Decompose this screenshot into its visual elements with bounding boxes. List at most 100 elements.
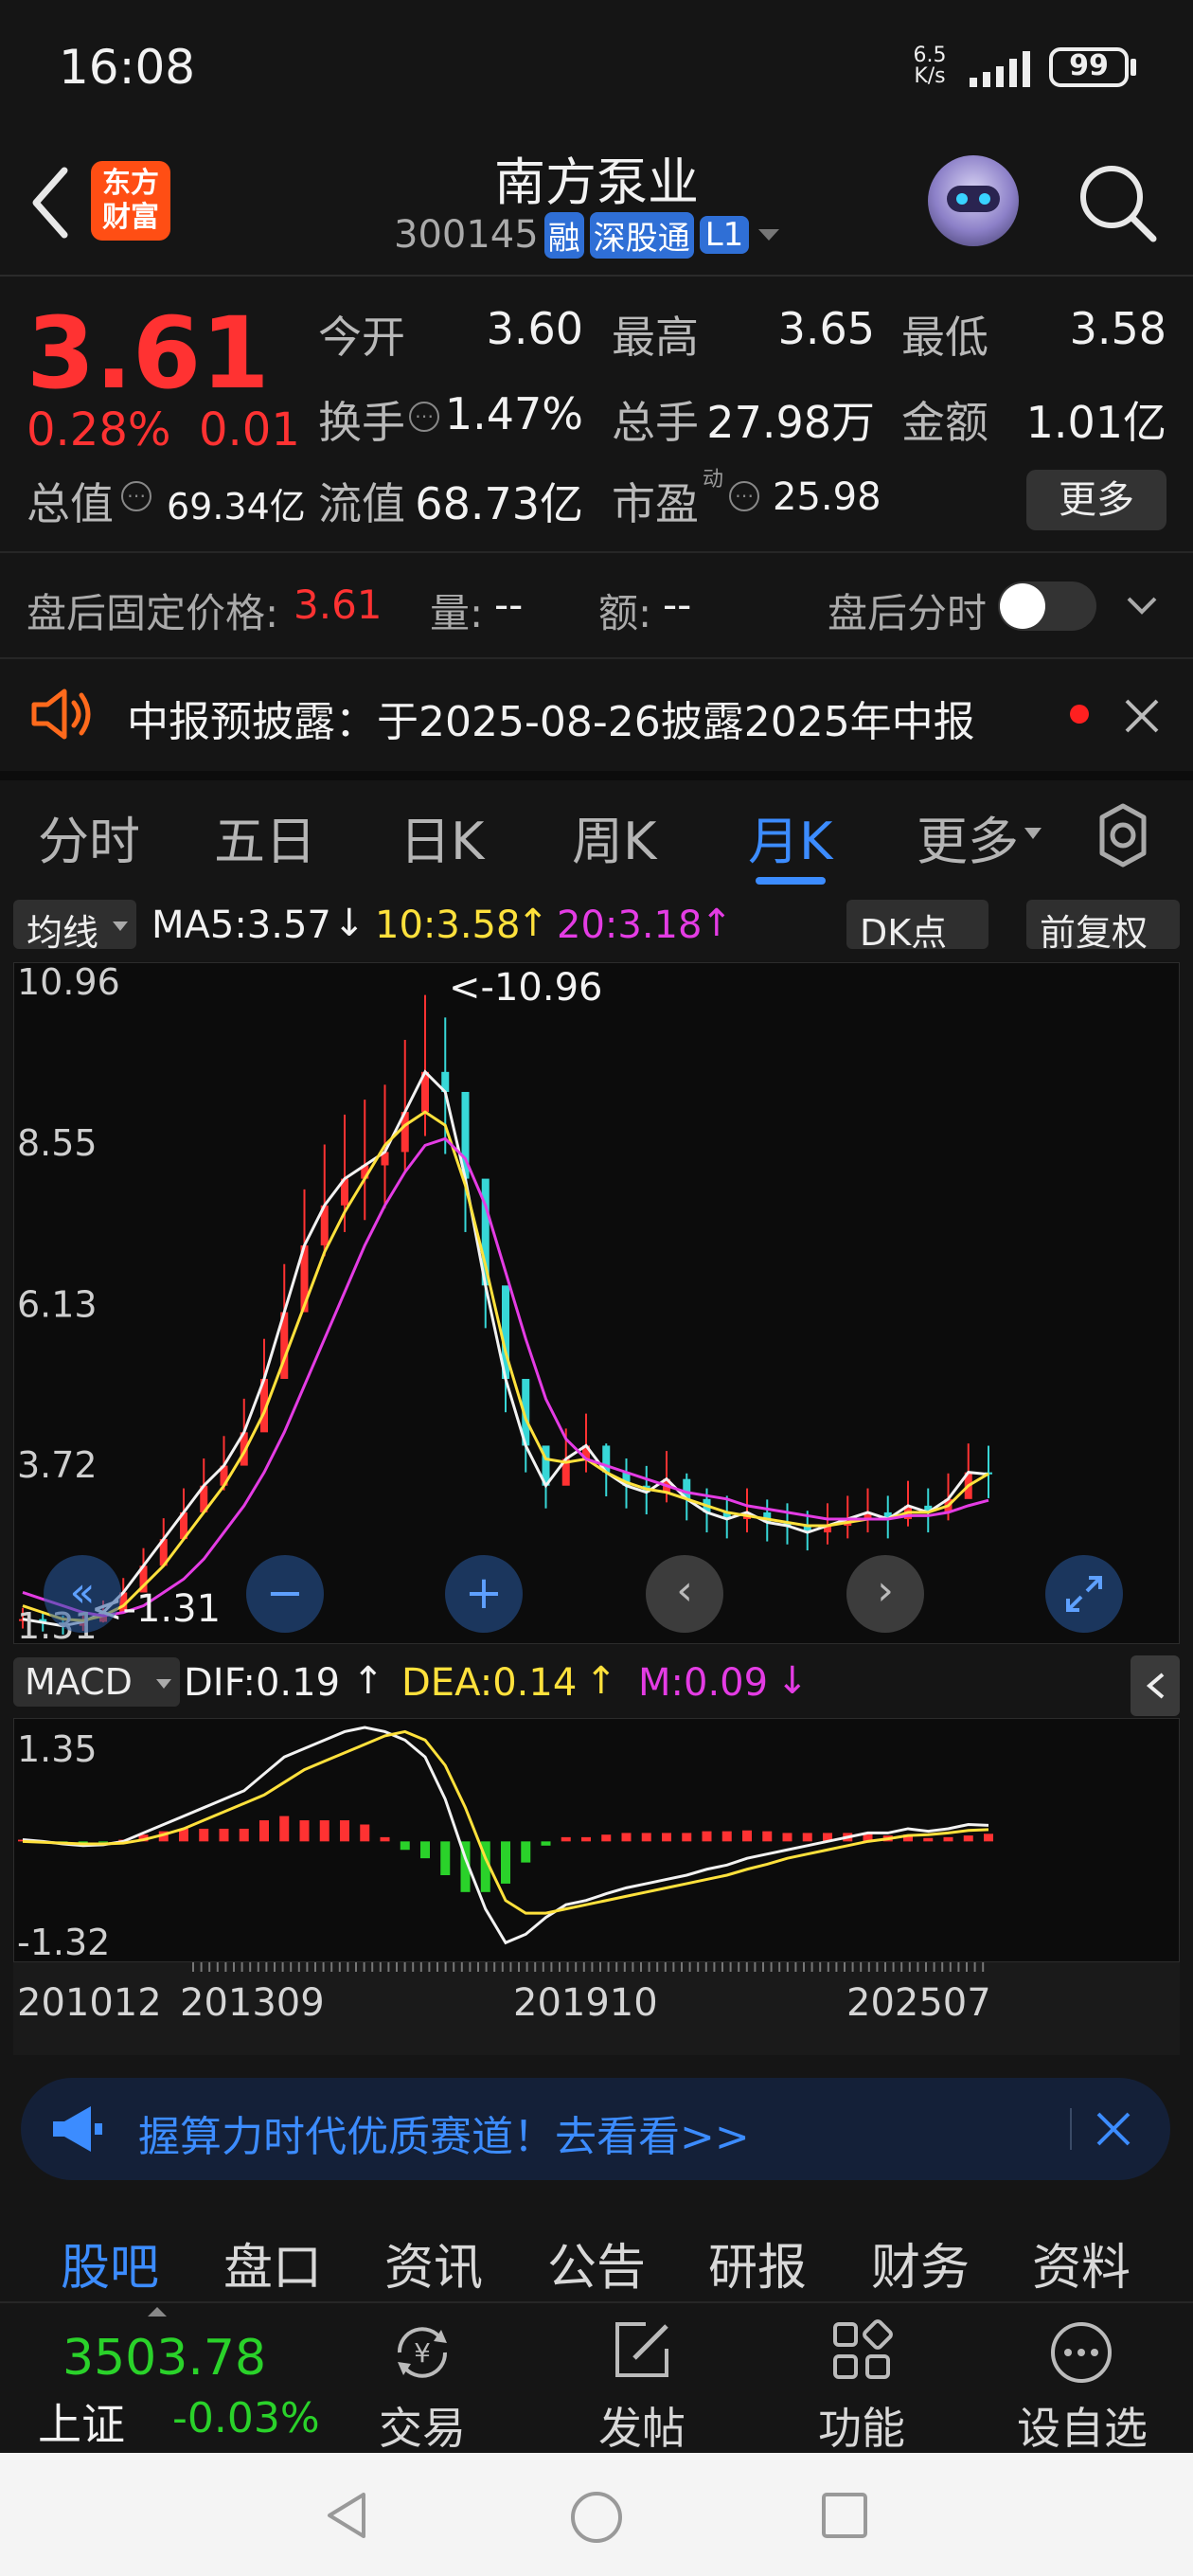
scroll-right-button[interactable]: ›	[846, 1555, 924, 1633]
turnover-label: 换手	[318, 397, 405, 448]
notice-row[interactable]: 中报预披露：于2025-08-26披露2025年中报	[0, 659, 1193, 771]
adjust-button[interactable]: 前复权	[1026, 900, 1180, 954]
macd-bar	[299, 1820, 310, 1842]
gear-icon[interactable]	[1089, 801, 1157, 869]
change-value: 0.01	[199, 403, 300, 456]
tab-intraday[interactable]: 分时	[38, 799, 140, 874]
after-hours-amt: --	[663, 581, 692, 628]
add-watchlist-button[interactable]: 设自选	[1011, 2313, 1153, 2454]
expand-icon	[1066, 1576, 1102, 1612]
net-speed: 6.5 K/s	[911, 45, 949, 87]
y-tick-label: 10.96	[17, 962, 120, 1003]
pe-label: 市盈	[612, 478, 699, 529]
home-circle-icon[interactable]	[568, 2489, 625, 2546]
high-value: 3.65	[777, 303, 875, 354]
back-triangle-icon[interactable]	[322, 2489, 375, 2542]
zoom-in-button[interactable]: +	[445, 1555, 523, 1633]
speaker-icon	[31, 689, 91, 740]
macd-bar	[239, 1828, 249, 1842]
pe-superscript: 动	[703, 468, 724, 492]
scroll-left-button[interactable]: ‹	[646, 1555, 723, 1633]
ad-divider	[1070, 2108, 1072, 2150]
trade-label: 交易	[379, 2403, 466, 2454]
x-axis: 201012 201309 201910 202507	[13, 1962, 1180, 2055]
macd-bar	[199, 1828, 209, 1842]
tab-guba[interactable]: 股吧	[61, 2227, 159, 2299]
after-hours-row: 盘后固定价格: 3.61 量: -- 额: -- 盘后分时	[0, 553, 1193, 657]
y-tick-label: 8.55	[17, 1122, 98, 1164]
info-icon[interactable]: ⋯	[409, 402, 439, 432]
high-label: 最高	[612, 312, 699, 363]
collapse-panel-button[interactable]	[1131, 1655, 1180, 1716]
more-button[interactable]: 更多	[1026, 470, 1166, 530]
macd-bar	[963, 1835, 973, 1842]
ad-banner[interactable]: 握算力时代优质赛道！去看看>>	[21, 2078, 1170, 2180]
index-value[interactable]: 3503.78	[62, 2330, 266, 2387]
index-change: -0.03%	[172, 2394, 320, 2442]
volume-label: 总手	[612, 397, 699, 448]
close-icon[interactable]	[1093, 2108, 1134, 2150]
megaphone-icon	[53, 2106, 102, 2152]
tab-profile[interactable]: 资料	[1032, 2227, 1131, 2299]
tab-daily-k[interactable]: 日K	[400, 799, 484, 874]
x-tick-label: 201910	[513, 1981, 658, 2025]
macd-bar	[621, 1833, 632, 1842]
index-name[interactable]: 上证	[38, 2390, 125, 2453]
tab-more[interactable]: 更多	[917, 799, 1019, 874]
info-icon[interactable]: ⋯	[121, 481, 151, 511]
dea-value: DEA:0.14	[401, 1661, 578, 1705]
net-speed-unit: K/s	[914, 64, 946, 88]
post-button[interactable]: 发帖	[585, 2313, 699, 2454]
tab-announcements[interactable]: 公告	[547, 2227, 646, 2299]
zoom-out-button[interactable]: −	[246, 1555, 324, 1633]
macd-bar	[984, 1834, 993, 1842]
trade-button[interactable]: ¥ 交易	[365, 2313, 479, 2454]
ma5-arrow-icon: ↓	[333, 902, 365, 945]
ma10-arrow-icon: ↑	[517, 902, 549, 945]
fullscreen-button[interactable]	[1045, 1555, 1123, 1633]
macd-bar	[742, 1830, 752, 1842]
info-icon[interactable]: ⋯	[729, 481, 759, 511]
macd-bar	[521, 1841, 531, 1863]
tab-order-book[interactable]: 盘口	[223, 2227, 322, 2299]
dk-button[interactable]: DK点	[846, 900, 988, 954]
functions-button[interactable]: 功能	[805, 2313, 918, 2454]
stock-code-row[interactable]: 300145 融 深股通 L1	[394, 211, 783, 259]
search-icon[interactable]	[1076, 161, 1161, 246]
turnover-value: 1.47%	[444, 388, 583, 439]
scroll-left-fast-button[interactable]: «	[44, 1555, 121, 1633]
macd-chart[interactable]: 1.35 -1.32	[13, 1718, 1180, 1962]
kline-chart[interactable]: 10.968.556.133.721.31	[13, 962, 1180, 1644]
battery-tip	[1131, 59, 1136, 76]
tab-weekly-k[interactable]: 周K	[572, 799, 656, 874]
macd-select[interactable]: MACD	[13, 1657, 180, 1707]
macd-bar	[541, 1841, 551, 1846]
chevron-left-icon	[1146, 1673, 1165, 1699]
tab-five-day[interactable]: 五日	[214, 799, 316, 874]
status-time: 16:08	[59, 40, 196, 95]
macd-bar	[601, 1834, 612, 1842]
tab-news[interactable]: 资讯	[384, 2227, 483, 2299]
after-hours-toggle[interactable]	[998, 581, 1096, 631]
macd-bar	[923, 1837, 934, 1842]
tab-monthly-k[interactable]: 月K	[748, 799, 832, 874]
float-label: 流值	[318, 478, 405, 529]
close-icon[interactable]	[1121, 695, 1163, 737]
adjust-button-label: 前复权	[1040, 912, 1148, 954]
ma20-arrow-icon: ↑	[701, 902, 733, 945]
robot-avatar[interactable]	[928, 155, 1019, 246]
m-value: M:0.09	[638, 1661, 769, 1705]
badge-sgt: 深股通	[589, 211, 694, 259]
tab-research[interactable]: 研报	[708, 2227, 807, 2299]
tab-finance[interactable]: 财务	[871, 2227, 970, 2299]
action-bar: 3503.78 上证 -0.03% ¥ 交易 发帖 功能 设自选	[0, 2301, 1193, 2454]
macd-bar	[420, 1841, 430, 1859]
post-label: 发帖	[598, 2403, 686, 2454]
recents-square-icon[interactable]	[818, 2489, 871, 2542]
chevron-down-icon[interactable]	[755, 225, 783, 244]
indicator-select[interactable]: 均线	[13, 900, 136, 954]
macd-bar	[501, 1841, 510, 1884]
dropdown-arrow-icon	[113, 921, 128, 931]
dk-button-label: DK点	[860, 912, 948, 954]
chevron-down-icon[interactable]	[1125, 593, 1159, 617]
